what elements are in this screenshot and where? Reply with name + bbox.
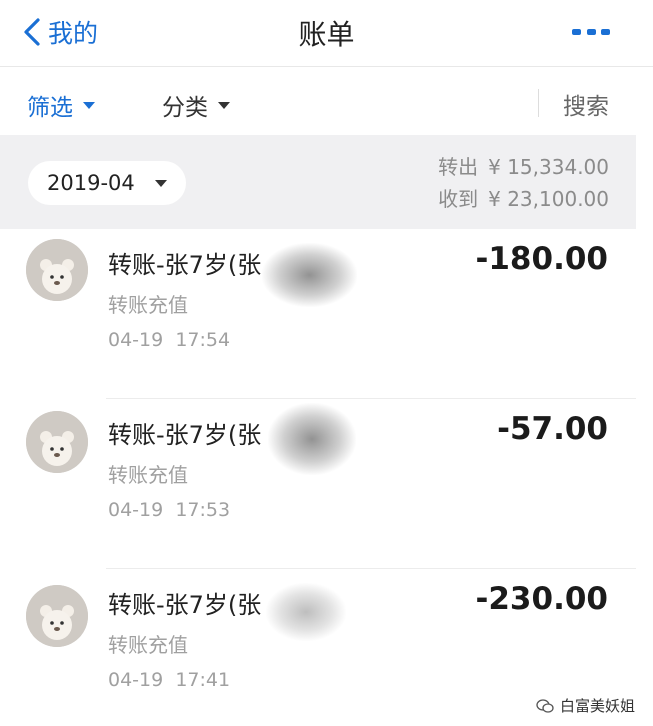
search-button[interactable]: 搜索 [563,87,609,121]
filter-label: 筛选 [27,95,73,121]
watermark-text: 白富美妖姐 [559,697,635,715]
transaction-time: 04-19 17:41 [108,669,230,691]
month-summary: 2019-04 转出 ¥ 15,334.00 收到 ¥ 23,100.00 [0,135,636,229]
transaction-amount: -57.00 [497,411,608,447]
more-icon [572,29,581,35]
caret-down-icon [83,101,95,109]
transaction-amount: -180.00 [475,241,609,277]
filter-bar: 筛选 分类 搜索 [0,67,653,135]
month-totals: 转出 ¥ 15,334.00 收到 ¥ 23,100.00 [438,151,609,215]
transaction-type: 转账充值 [108,463,188,487]
avatar [26,239,88,301]
transaction-amount: -230.00 [475,581,609,617]
redaction-blur [268,403,356,475]
month-selector[interactable]: 2019-04 [28,161,186,205]
transaction-row[interactable]: 转账-张7岁(张 转账充值 04-19 17:54 -180.00 [0,229,636,399]
filter-dropdown[interactable]: 筛选 [27,88,95,122]
transaction-row[interactable]: 转账-张7岁(张 转账充值 04-19 17:53 -57.00 [0,399,636,569]
avatar [26,411,88,473]
transaction-name: 转账-张7岁(张 [108,591,262,619]
transaction-type: 转账充值 [108,633,188,657]
bear-avatar-icon [26,411,88,473]
bear-avatar-icon [26,585,88,647]
transaction-time: 04-19 17:54 [108,329,230,351]
transaction-date: 04-19 [108,329,164,351]
transaction-type: 转账充值 [108,293,188,317]
redaction-blur [262,243,357,307]
total-in-value: ¥ 23,100.00 [488,187,609,211]
transaction-date: 04-19 [108,669,164,691]
total-out-label: 转出 [438,155,479,179]
redaction-blur [266,583,346,641]
more-button[interactable] [572,24,610,40]
category-label: 分类 [162,95,208,121]
transaction-name: 转账-张7岁(张 [108,251,262,279]
nav-bar: 我的 账单 [0,0,653,67]
transaction-time: 04-19 17:53 [108,499,230,521]
divider [538,89,539,117]
caret-down-icon [218,101,230,109]
caret-down-icon [154,179,167,187]
transaction-date: 04-19 [108,499,164,521]
transaction-clock: 17:41 [175,669,231,691]
page-title: 账单 [298,18,355,51]
total-out: 转出 ¥ 15,334.00 [438,151,609,183]
avatar [26,585,88,647]
transaction-name: 转账-张7岁(张 [108,421,262,449]
bear-avatar-icon [26,239,88,301]
category-dropdown[interactable]: 分类 [162,88,230,122]
transaction-clock: 17:53 [175,499,231,521]
total-in-label: 收到 [438,187,479,211]
total-in: 收到 ¥ 23,100.00 [438,183,609,215]
wechat-icon [536,698,554,713]
total-out-value: ¥ 15,334.00 [488,155,609,179]
watermark: 白富美妖姐 [536,695,635,716]
month-value: 2019-04 [47,171,135,195]
transaction-clock: 17:54 [175,329,231,351]
